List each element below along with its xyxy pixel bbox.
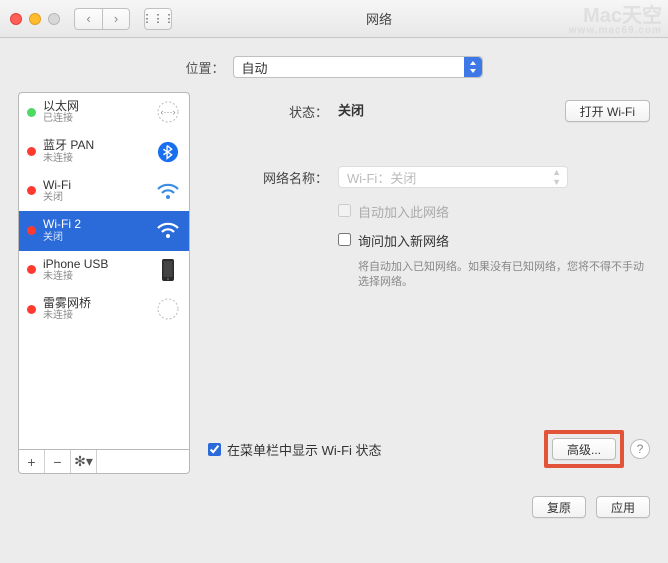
network-name-select: Wi-Fi：关闭 ▲▼ [338, 166, 568, 188]
sidebar-item-bluetooth[interactable]: 蓝牙 PAN 未连接 [19, 132, 189, 171]
bluetooth-icon [155, 139, 181, 165]
toggle-wifi-button[interactable]: 打开 Wi-Fi [565, 100, 650, 122]
revert-button[interactable]: 复原 [532, 496, 586, 518]
apply-button[interactable]: 应用 [596, 496, 650, 518]
window-title: 网络 [100, 9, 658, 28]
add-interface-button[interactable]: + [19, 450, 45, 473]
status-dot-icon [27, 186, 36, 195]
wifi-icon [155, 178, 181, 204]
detail-panel: 状态： 关闭 打开 Wi-Fi 网络名称： Wi-Fi：关闭 ▲▼ 自动加入此网 [208, 92, 650, 474]
status-dot-icon [27, 147, 36, 156]
help-button[interactable]: ? [630, 439, 650, 459]
interface-sidebar: 以太网 已连接 ‹···› 蓝牙 PAN 未连接 [18, 92, 190, 450]
footer-buttons: 复原 应用 [0, 484, 668, 518]
sidebar-item-thunderbolt[interactable]: 雷雾网桥 未连接 [19, 290, 189, 329]
network-name-label: 网络名称： [208, 166, 338, 187]
wifi-icon [155, 217, 181, 243]
close-icon[interactable] [10, 13, 22, 25]
minimize-icon[interactable] [29, 13, 41, 25]
iphone-icon [155, 257, 181, 283]
sidebar-item-ethernet[interactable]: 以太网 已连接 ‹···› [19, 93, 189, 132]
location-label: 位置： [185, 58, 224, 77]
ask-join-help: 将自动加入已知网络。如果没有已知网络，您将不得不手动选择网络。 [358, 260, 650, 291]
back-button[interactable]: ‹ [74, 8, 102, 30]
zoom-icon [48, 13, 60, 25]
sidebar-item-wifi[interactable]: Wi-Fi 关闭 [19, 172, 189, 211]
location-value: 自动 [242, 58, 268, 77]
status-dot-icon [27, 305, 36, 314]
status-dot-icon [27, 108, 36, 117]
advanced-highlight: 高级... [544, 430, 624, 468]
status-dot-icon [27, 226, 36, 235]
thunderbolt-icon [155, 296, 181, 322]
titlebar: ‹ › ⋮⋮⋮ 网络 [0, 0, 668, 38]
ethernet-icon: ‹···› [155, 99, 181, 125]
sidebar-item-wifi2[interactable]: Wi-Fi 2 关闭 [19, 211, 189, 250]
remove-interface-button[interactable]: − [45, 450, 71, 473]
sidebar-item-iphone[interactable]: iPhone USB 未连接 [19, 251, 189, 290]
ask-join-checkbox[interactable]: 询问加入新网络 [338, 231, 650, 250]
sidebar-tools: + − ✻▾ [18, 450, 190, 474]
status-label: 状态： [208, 100, 338, 121]
show-status-checkbox[interactable]: 在菜单栏中显示 Wi-Fi 状态 [208, 440, 382, 459]
location-select[interactable]: 自动 [233, 56, 483, 78]
chevron-updown-icon [464, 57, 482, 77]
status-value: 关闭 [338, 100, 364, 119]
auto-join-checkbox: 自动加入此网络 [338, 202, 650, 221]
chevron-updown-icon: ▲▼ [552, 167, 561, 187]
location-row: 位置： 自动 [0, 38, 668, 92]
status-dot-icon [27, 265, 36, 274]
traffic-lights [10, 13, 60, 25]
action-menu-button[interactable]: ✻▾ [71, 450, 97, 473]
advanced-button[interactable]: 高级... [552, 438, 616, 460]
svg-text:‹···›: ‹···› [161, 107, 176, 117]
